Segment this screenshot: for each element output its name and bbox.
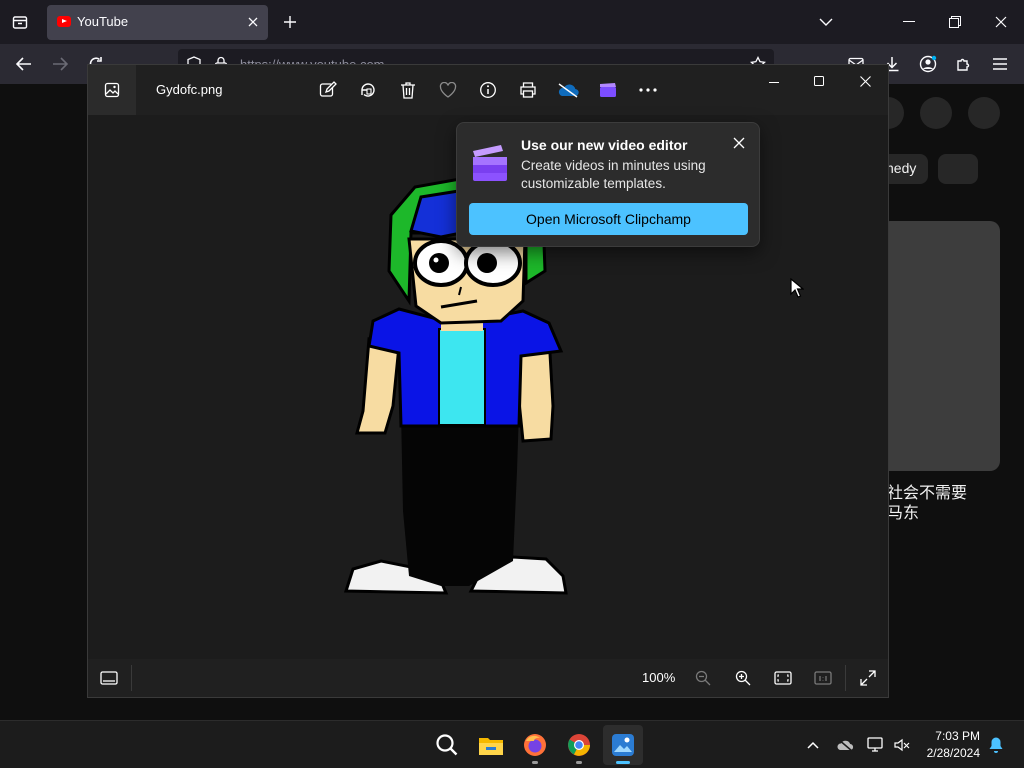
edit-image-icon[interactable]	[317, 79, 339, 101]
firefox-icon[interactable]	[515, 725, 555, 765]
tab-title: YouTube	[77, 14, 129, 29]
zoom-in-icon[interactable]	[732, 667, 754, 689]
actual-size-icon[interactable]	[812, 667, 834, 689]
chip-next[interactable]	[938, 154, 978, 184]
network-icon[interactable]	[866, 735, 886, 755]
open-clipchamp-button[interactable]: Open Microsoft Clipchamp	[469, 203, 748, 235]
clock-time[interactable]: 7:03 PM	[930, 729, 980, 743]
forward-icon[interactable]	[50, 54, 70, 74]
rotate-icon[interactable]	[357, 79, 379, 101]
account-icon[interactable]	[918, 54, 938, 74]
info-icon[interactable]	[477, 79, 499, 101]
restore-icon[interactable]	[943, 10, 967, 34]
gallery-icon	[104, 82, 120, 98]
clock-date[interactable]: 2/28/2024	[916, 746, 980, 760]
more-icon[interactable]	[637, 79, 659, 101]
mouse-cursor-icon	[790, 278, 804, 298]
onedrive-icon[interactable]	[557, 79, 579, 101]
zoom-level[interactable]: 100%	[642, 670, 675, 685]
divider	[845, 665, 846, 691]
active-indicator	[616, 761, 630, 764]
video-thumbnail[interactable]	[880, 221, 1000, 471]
filmstrip-icon[interactable]	[98, 667, 120, 689]
chip-label: nedy	[886, 160, 917, 176]
fit-to-window-icon[interactable]	[772, 667, 794, 689]
onedrive-tray-icon[interactable]	[835, 735, 855, 755]
maximize-icon[interactable]	[809, 71, 829, 91]
back-icon[interactable]	[14, 54, 34, 74]
print-icon[interactable]	[517, 79, 539, 101]
browser-tabbar: YouTube	[0, 0, 1024, 44]
zoom-out-icon[interactable]	[692, 667, 714, 689]
file-name: Gydofc.png	[156, 82, 223, 97]
photos-icon[interactable]	[603, 725, 643, 765]
popup-close-icon[interactable]	[729, 133, 749, 153]
popup-title: Use our new video editor	[521, 137, 688, 153]
clipchamp-icon[interactable]	[597, 79, 619, 101]
file-explorer-icon[interactable]	[471, 725, 511, 765]
chrome-icon[interactable]	[559, 725, 599, 765]
photos-header: Gydofc.png	[88, 65, 888, 115]
close-tab-icon[interactable]	[244, 13, 262, 31]
minimize-icon[interactable]	[897, 10, 921, 34]
volume-muted-icon[interactable]	[892, 735, 912, 755]
close-window-icon[interactable]	[989, 10, 1013, 34]
delete-icon[interactable]	[397, 79, 419, 101]
clipchamp-teaching-popup: Use our new video editor Create videos i…	[456, 122, 760, 247]
fullscreen-icon[interactable]	[857, 667, 879, 689]
video-title[interactable]: 社会不需要 马东	[887, 484, 997, 524]
tab-overview-icon[interactable]	[8, 10, 32, 34]
browser-tab-youtube[interactable]: YouTube	[47, 5, 268, 40]
close-window-icon[interactable]	[855, 71, 875, 91]
search-icon[interactable]	[427, 725, 467, 765]
menu-icon[interactable]	[990, 54, 1010, 74]
photos-footer: 100%	[88, 659, 888, 697]
notification-bell-icon[interactable]	[986, 735, 1006, 755]
list-all-tabs-icon[interactable]	[814, 10, 838, 34]
divider	[131, 665, 132, 691]
avatar[interactable]	[968, 97, 1000, 129]
clipchamp-logo-icon	[471, 143, 509, 183]
popup-body: Create videos in minutes using customiza…	[521, 158, 706, 191]
running-indicator	[576, 761, 582, 764]
running-indicator	[532, 761, 538, 764]
yt-header-button[interactable]	[920, 97, 952, 129]
taskbar: 7:03 PM 2/28/2024	[0, 720, 1024, 768]
chevron-up-icon[interactable]	[803, 735, 823, 755]
youtube-favicon-icon	[57, 16, 71, 27]
favorite-icon[interactable]	[437, 79, 459, 101]
gallery-button[interactable]	[88, 65, 136, 115]
extensions-icon[interactable]	[954, 54, 974, 74]
minimize-icon[interactable]	[764, 73, 784, 93]
new-tab-icon[interactable]	[280, 12, 300, 32]
